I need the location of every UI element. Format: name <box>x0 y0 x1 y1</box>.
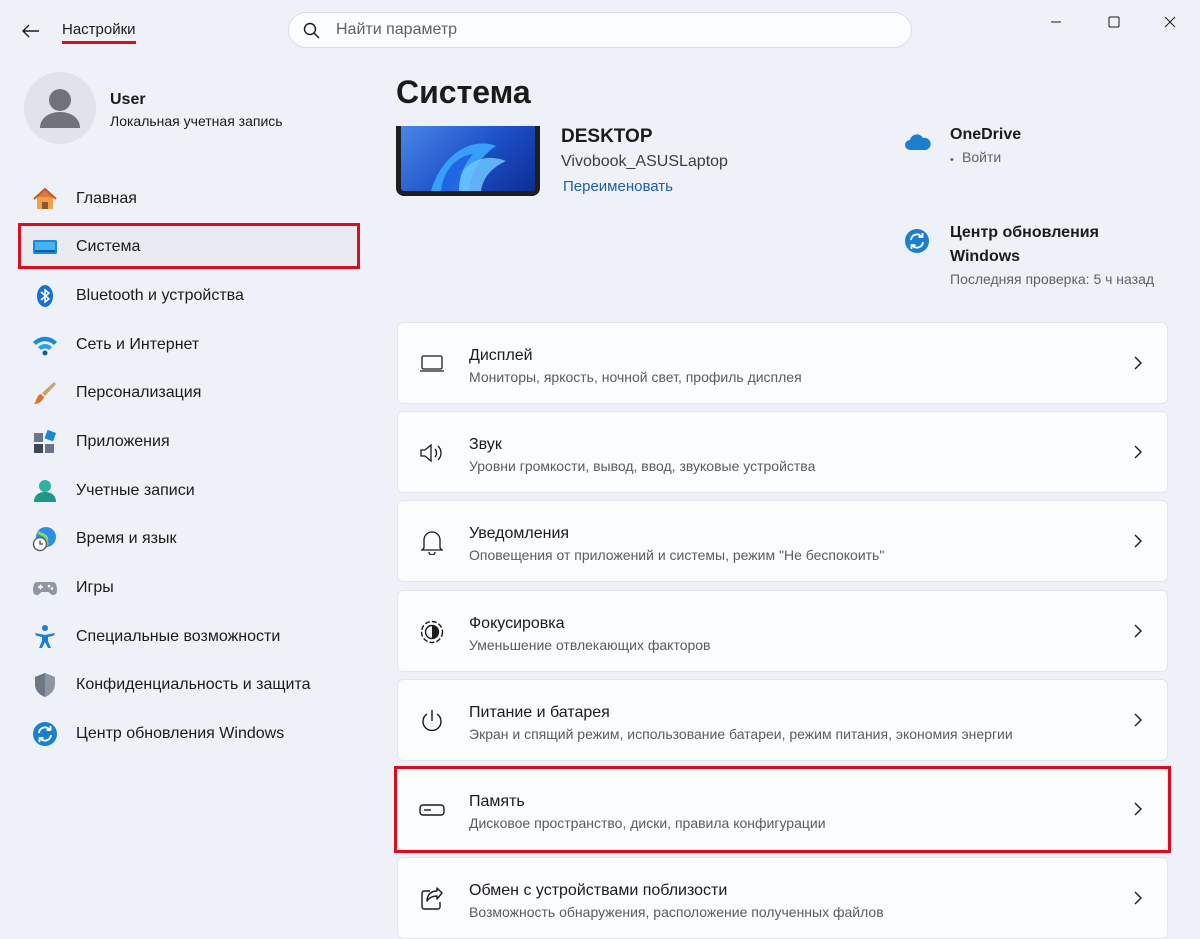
title-underline <box>62 41 136 44</box>
sidebar-item-label: Персонализация <box>76 384 202 401</box>
sidebar-item-privacy[interactable]: Конфиденциальность и защита <box>22 664 360 706</box>
sidebar-item-network[interactable]: Сеть и Интернет <box>22 324 360 366</box>
minimize-button[interactable] <box>1036 6 1076 38</box>
card-title: Дисплей <box>469 347 533 364</box>
maximize-icon <box>1108 16 1120 28</box>
sidebar-item-label: Игры <box>76 579 114 596</box>
back-button[interactable] <box>14 14 48 48</box>
card-title: Фокусировка <box>469 615 565 632</box>
sidebar-item-label: Главная <box>76 190 137 207</box>
sidebar-item-label: Сеть и Интернет <box>76 336 200 353</box>
close-button[interactable] <box>1150 6 1190 38</box>
search-input[interactable]: Найти параметр <box>288 12 912 48</box>
close-icon <box>1164 16 1176 28</box>
card-subtitle: Мониторы, яркость, ночной свет, профиль … <box>469 369 802 385</box>
time-language-icon <box>32 526 58 552</box>
minimize-icon <box>1051 21 1061 23</box>
card-subtitle: Уменьшение отвлекающих факторов <box>469 637 711 653</box>
sidebar-item-bluetooth[interactable]: Bluetooth и устройства <box>22 275 360 317</box>
search-placeholder: Найти параметр <box>336 21 458 38</box>
sidebar-item-personalization[interactable]: Персонализация <box>22 372 360 414</box>
sidebar-item-label: Bluetooth и устройства <box>76 287 244 304</box>
brush-icon <box>32 380 58 406</box>
update-last-check: Последняя проверка: 5 ч назад <box>950 271 1155 287</box>
card-power-battery[interactable]: Питание и батарея Экран и спящий режим, … <box>397 679 1168 761</box>
shield-icon <box>32 672 58 698</box>
card-focus[interactable]: Фокусировка Уменьшение отвлекающих факто… <box>397 590 1168 672</box>
wifi-icon <box>32 332 58 358</box>
accessibility-icon <box>32 624 58 650</box>
card-subtitle: Оповещения от приложений и системы, режи… <box>469 547 885 563</box>
chevron-right-icon <box>1134 624 1142 638</box>
update-title-link[interactable]: Центр обновления Windows <box>950 221 1150 269</box>
bell-icon <box>418 528 446 556</box>
card-subtitle: Экран и спящий режим, использование бата… <box>469 726 1013 742</box>
card-subtitle: Возможность обнаружения, расположение по… <box>469 904 884 920</box>
back-arrow-icon <box>22 24 39 38</box>
home-icon <box>32 186 58 212</box>
chevron-right-icon <box>1134 891 1142 905</box>
chevron-right-icon <box>1134 534 1142 548</box>
device-name: DESKTOP <box>561 126 653 147</box>
device-thumbnail <box>396 126 540 196</box>
device-model: Vivobook_ASUSLaptop <box>561 153 728 170</box>
windows-update-icon <box>32 721 58 747</box>
sidebar-item-accessibility[interactable]: Специальные возможности <box>22 616 360 658</box>
onedrive-icon <box>904 132 932 157</box>
gamepad-icon <box>32 575 58 601</box>
account-type: Локальная учетная запись <box>110 113 283 129</box>
display-icon <box>418 350 446 378</box>
sidebar-item-windows-update[interactable]: Центр обновления Windows <box>22 713 360 755</box>
card-title: Уведомления <box>469 525 570 542</box>
update-status-icon <box>904 228 930 259</box>
onedrive-status-dot: • <box>950 154 954 166</box>
chevron-right-icon <box>1134 713 1142 727</box>
sidebar-item-label: Центр обновления Windows <box>76 725 285 742</box>
sidebar-item-label: Время и язык <box>76 530 177 547</box>
sidebar-item-label: Конфиденциальность и защита <box>76 676 311 693</box>
card-title: Питание и батарея <box>469 704 610 721</box>
chevron-right-icon <box>1134 445 1142 459</box>
card-sound[interactable]: Звук Уровни громкости, вывод, ввод, звук… <box>397 411 1168 493</box>
chevron-right-icon <box>1134 356 1142 370</box>
maximize-button[interactable] <box>1094 6 1134 38</box>
sidebar-item-label: Приложения <box>76 433 170 450</box>
bluetooth-icon <box>32 283 58 309</box>
card-subtitle: Уровни громкости, вывод, ввод, звуковые … <box>469 458 816 474</box>
speaker-icon <box>418 439 446 467</box>
windows-bloom-icon <box>431 143 506 191</box>
focus-icon <box>418 618 446 646</box>
user-avatar-icon <box>40 89 80 128</box>
sidebar-item-label: Учетные записи <box>76 482 195 499</box>
accounts-icon <box>32 478 58 504</box>
avatar[interactable] <box>24 72 96 144</box>
onedrive-name: OneDrive <box>950 126 1022 140</box>
selection-highlight-box <box>394 766 1171 853</box>
sidebar-item-label: Специальные возможности <box>76 628 281 645</box>
card-title: Звук <box>469 436 502 453</box>
power-icon <box>418 707 446 735</box>
rename-link[interactable]: Переименовать <box>563 178 673 195</box>
sidebar-item-time-language[interactable]: Время и язык <box>22 518 360 560</box>
sidebar-item-home[interactable]: Главная <box>22 178 360 220</box>
sidebar-item-apps[interactable]: Приложения <box>22 421 360 463</box>
share-icon <box>418 885 446 913</box>
card-display[interactable]: Дисплей Мониторы, яркость, ночной свет, … <box>397 322 1168 404</box>
app-title: Настройки <box>62 21 136 38</box>
onedrive-signin-link[interactable]: Войти <box>962 149 1001 165</box>
sidebar-item-accounts[interactable]: Учетные записи <box>22 470 360 512</box>
card-title: Обмен с устройствами поблизости <box>469 882 728 899</box>
page-title: Система <box>396 74 531 110</box>
selection-highlight-box <box>18 223 360 269</box>
user-name: User <box>110 91 146 108</box>
card-nearby-sharing[interactable]: Обмен с устройствами поблизости Возможно… <box>397 857 1168 939</box>
apps-icon <box>32 429 58 455</box>
sidebar-item-gaming[interactable]: Игры <box>22 567 360 609</box>
search-icon <box>303 22 320 39</box>
card-notifications[interactable]: Уведомления Оповещения от приложений и с… <box>397 500 1168 582</box>
